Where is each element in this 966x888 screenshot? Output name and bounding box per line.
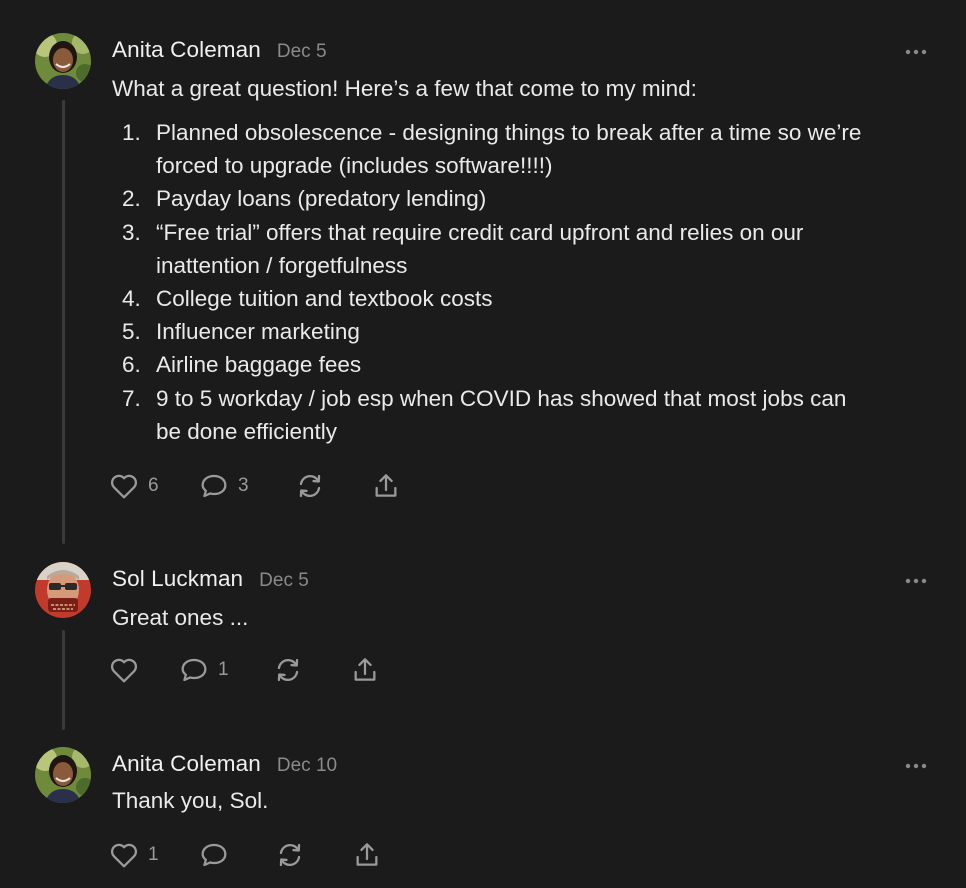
author-name[interactable]: Anita Coleman [112,37,261,63]
list-line: forced to upgrade (includes software!!!!… [156,153,553,179]
comment-actions: 1 [108,837,428,873]
like-button[interactable]: 1 [108,837,159,873]
reply-button[interactable]: 3 [198,468,249,504]
like-button[interactable] [108,652,148,688]
restack-button[interactable] [274,837,306,873]
author-name[interactable]: Anita Coleman [112,751,261,777]
list-line: Influencer marketing [156,319,360,345]
reply-count: 1 [218,659,229,680]
list-number: 4. [122,286,141,312]
more-icon[interactable] [904,45,930,59]
list-item: 6. Airline baggage fees [112,348,932,381]
comment-date[interactable]: Dec 10 [277,755,337,777]
restack-icon [294,470,326,502]
list-number: 1. [122,120,141,145]
share-button[interactable] [370,468,402,504]
avatar[interactable] [35,33,91,89]
comment-text: Great ones ... [112,605,249,630]
share-icon [370,470,402,502]
list-item: 2. Payday loans (predatory lending) [112,182,932,215]
list-number: 3. [122,219,141,245]
comment-text: Thank you, Sol. [112,788,269,813]
comment-actions: 6 3 [108,468,428,504]
like-button[interactable]: 6 [108,468,159,504]
heart-icon [108,470,140,502]
list-item: 1. Planned obsolescence - designing thin… [112,116,932,182]
list-number: 6. [122,352,141,378]
comment-icon [198,470,230,502]
list-number: 2. [122,186,141,212]
list-line: inattention / forgetfulness [156,252,408,278]
author-name[interactable]: Sol Luckman [112,566,243,592]
comment-header: Anita Coleman Dec 10 [112,751,337,777]
like-count: 6 [148,475,159,496]
list-line: Airline baggage fees [156,352,362,378]
reply-button[interactable]: 1 [178,652,229,688]
comment-date[interactable]: Dec 5 [259,570,309,592]
comment-header: Sol Luckman Dec 5 [112,566,309,592]
list-number: 7. [122,385,141,411]
reply-count: 3 [238,475,249,496]
share-button[interactable] [351,837,383,873]
comment-actions: 1 [108,652,428,688]
share-icon [351,839,383,871]
comment-icon [198,839,230,871]
like-count: 1 [148,844,159,865]
bullet-list: 1. Planned obsolescence - designing thin… [112,116,932,448]
list-number: 5. [122,319,141,345]
restack-icon [272,654,304,686]
comment-header: Anita Coleman Dec 5 [112,37,327,63]
restack-button[interactable] [272,652,304,688]
restack-icon [274,839,306,871]
avatar[interactable] [35,562,91,618]
list-item: 7. 9 to 5 workday / job esp when COVID h… [112,382,932,448]
restack-button[interactable] [294,468,326,504]
list-item: 4. College tuition and textbook costs [112,282,932,315]
avatar[interactable] [35,747,91,803]
heart-icon [108,839,140,871]
heart-icon [108,654,140,686]
list-line: “Free trial” offers that require credit … [156,219,804,245]
comment-date[interactable]: Dec 5 [277,41,327,63]
more-icon[interactable] [904,759,930,773]
comment-intro: What a great question! Here’s a few that… [112,76,697,101]
list-item: 5. Influencer marketing [112,315,932,348]
reply-button[interactable] [198,837,238,873]
list-item: 3. “Free trial” offers that require cred… [112,216,932,282]
list-line: be done efficiently [156,418,337,444]
share-icon [349,654,381,686]
comment-icon [178,654,210,686]
list-line: 9 to 5 workday / job esp when COVID has … [156,385,847,411]
share-button[interactable] [349,652,381,688]
list-line: Payday loans (predatory lending) [156,186,487,212]
more-icon[interactable] [904,574,930,588]
list-line: Planned obsolescence - designing things … [156,120,862,145]
list-line: College tuition and textbook costs [156,286,493,312]
